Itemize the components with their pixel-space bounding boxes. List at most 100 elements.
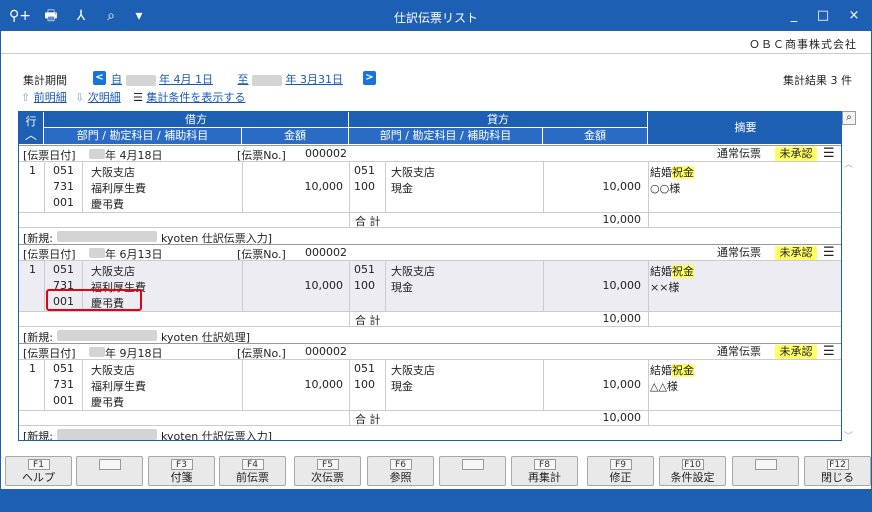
show-conditions-link[interactable]: ☰ 集計条件を表示する xyxy=(133,89,245,105)
header-row-col[interactable]: 行 ︿ xyxy=(19,112,43,144)
fkey-number xyxy=(461,459,484,470)
debit-amount: 10,000 xyxy=(304,279,344,292)
column-divider xyxy=(648,311,649,327)
total-amount: 10,000 xyxy=(602,411,642,424)
status-badge: 未承認 xyxy=(775,246,817,260)
header-debit-amount: 金額 xyxy=(242,128,348,144)
fkey-label: 付箋 xyxy=(170,471,193,484)
voucher-date-label: [伝票日付] xyxy=(23,347,76,360)
row-number: 1 xyxy=(29,362,36,375)
credit-name: 現金 xyxy=(391,380,413,393)
column-divider xyxy=(82,162,83,212)
voucher-list-window: ⚲+ 🖶 ⅄ ⌕ ▾ 仕訳伝票リスト _ □ × ＯＢＣ商事株式会社 集計期間 … xyxy=(0,0,872,512)
voucher-grid: 行 ︿ 借方 部門 / 勘定科目 / 補助科目 金額 貸方 部門 / 勘定科目 … xyxy=(18,111,842,441)
maximize-button[interactable]: □ xyxy=(813,7,833,25)
next-detail-link[interactable]: ⇩ 次明細 xyxy=(75,89,121,105)
column-divider xyxy=(543,360,544,410)
footer-source: kyoten 仕訳伝票入力] xyxy=(161,430,273,441)
fkey-button-f8[interactable]: F8 再集計 xyxy=(511,456,578,486)
column-divider xyxy=(349,261,350,311)
fkey-button-f10[interactable]: F10 条件設定 xyxy=(659,456,726,486)
debit-name: 大阪支店 xyxy=(91,166,135,179)
vertical-scrollbar[interactable]: ⌕ ︿ ﹀ xyxy=(842,111,856,442)
period-from: 年 4月 1日 xyxy=(159,73,213,86)
fkey-button-blank-1[interactable] xyxy=(76,456,143,486)
column-divider xyxy=(44,261,45,311)
column-divider xyxy=(44,360,45,410)
header-credit-amount: 金額 xyxy=(543,128,647,144)
fkey-number: F9 xyxy=(609,459,632,470)
fkey-label: 次伝票 xyxy=(311,471,344,484)
minimize-button[interactable]: _ xyxy=(784,7,804,25)
voucher-block[interactable]: [伝票日付] 年 4月18日 [伝票No.] 000002 通常伝票 未承認 ☰… xyxy=(19,145,841,245)
credit-name: 現金 xyxy=(391,182,413,195)
fkey-button-f12[interactable]: F12 閉じる xyxy=(804,456,871,486)
scroll-up-icon[interactable]: ︿ xyxy=(844,157,853,170)
blurred-year xyxy=(125,74,156,86)
blurred-year xyxy=(89,347,105,357)
collapse-icon: ︿ xyxy=(24,128,37,142)
fkey-label: ヘルプ xyxy=(22,471,55,484)
status-bar xyxy=(1,489,871,511)
fkey-button-blank-6[interactable] xyxy=(439,456,506,486)
fkey-label: 再集計 xyxy=(528,471,561,484)
credit-code: 100 xyxy=(354,279,375,292)
window-title: 仕訳伝票リスト xyxy=(393,11,478,25)
voucher-date: 年 4月18日 xyxy=(105,149,163,162)
fkey-button-f5[interactable]: F5 次伝票 xyxy=(294,456,361,486)
fkey-button-f4[interactable]: F4 前伝票 xyxy=(219,456,286,486)
total-label: 合 計 xyxy=(355,314,381,327)
period-range[interactable]: 自 年 4月 1日 至 年 3月31日 xyxy=(111,71,343,87)
list-icon: ☰ xyxy=(133,91,143,104)
period-from-prefix: 自 xyxy=(111,73,122,86)
scroll-down-icon[interactable]: ﹀ xyxy=(844,429,853,442)
voucher-date: 年 6月13日 xyxy=(105,248,163,261)
zoom-icon[interactable]: ⌕ xyxy=(842,111,856,125)
debit-amount: 10,000 xyxy=(304,378,344,391)
column-divider xyxy=(385,360,386,410)
prev-detail-link[interactable]: ⇧ 前明細 xyxy=(21,89,67,105)
menu-icon[interactable]: ☰ xyxy=(823,246,835,260)
column-divider xyxy=(543,162,544,212)
fkey-button-f6[interactable]: F6 参照 xyxy=(367,456,434,486)
chevron-left-icon[interactable]: < xyxy=(93,71,106,85)
period-to: 年 3月31日 xyxy=(285,73,343,86)
voucher-no-label: [伝票No.] xyxy=(237,149,286,162)
debit-amount: 10,000 xyxy=(304,180,344,193)
voucher-block[interactable]: [伝票日付] 年 9月18日 [伝票No.] 000002 通常伝票 未承認 ☰… xyxy=(19,343,841,441)
fkey-number: F1 xyxy=(27,459,50,470)
period-to-prefix: 至 xyxy=(237,73,249,86)
column-divider xyxy=(648,360,649,410)
voucher-type-badge: 通常伝票 xyxy=(717,246,761,259)
function-key-bar: F1 ヘルプ F3 付箋 F4 前伝票 F5 次伝票 F6 参照 F8 再集計 F9 修… xyxy=(1,456,871,488)
fkey-button-f3[interactable]: F3 付箋 xyxy=(148,456,215,486)
menu-icon[interactable]: ☰ xyxy=(823,147,835,161)
fkey-label: 修正 xyxy=(609,471,632,484)
column-divider xyxy=(44,162,45,212)
column-divider xyxy=(349,162,350,212)
status-badge: 未承認 xyxy=(775,345,817,359)
fkey-label: 閉じる xyxy=(821,471,854,484)
chevron-right-icon[interactable]: > xyxy=(363,71,376,85)
voucher-block[interactable]: [伝票日付] 年 6月13日 [伝票No.] 000002 通常伝票 未承認 ☰… xyxy=(19,244,841,344)
blurred-user xyxy=(57,429,157,440)
credit-name: 大阪支店 xyxy=(391,166,435,179)
credit-amount: 10,000 xyxy=(602,279,642,292)
close-button[interactable]: × xyxy=(844,7,864,25)
column-divider xyxy=(242,261,243,311)
header-debit-account: 部門 / 勘定科目 / 補助科目 xyxy=(44,128,241,144)
fkey-button-blank-10[interactable] xyxy=(732,456,799,486)
debit-code: 731 xyxy=(53,180,74,193)
fkey-label: 前伝票 xyxy=(236,471,269,484)
column-divider xyxy=(648,410,649,426)
fkey-button-f9[interactable]: F9 修正 xyxy=(587,456,654,486)
menu-icon[interactable]: ☰ xyxy=(823,345,835,359)
credit-name: 現金 xyxy=(391,281,413,294)
status-badge: 未承認 xyxy=(775,147,817,161)
row-number: 1 xyxy=(29,263,36,276)
fkey-button-f1[interactable]: F1 ヘルプ xyxy=(5,456,72,486)
period-label: 集計期間 xyxy=(23,74,67,87)
divider xyxy=(1,53,871,54)
column-divider xyxy=(648,162,649,212)
company-name: ＯＢＣ商事株式会社 xyxy=(749,38,857,51)
